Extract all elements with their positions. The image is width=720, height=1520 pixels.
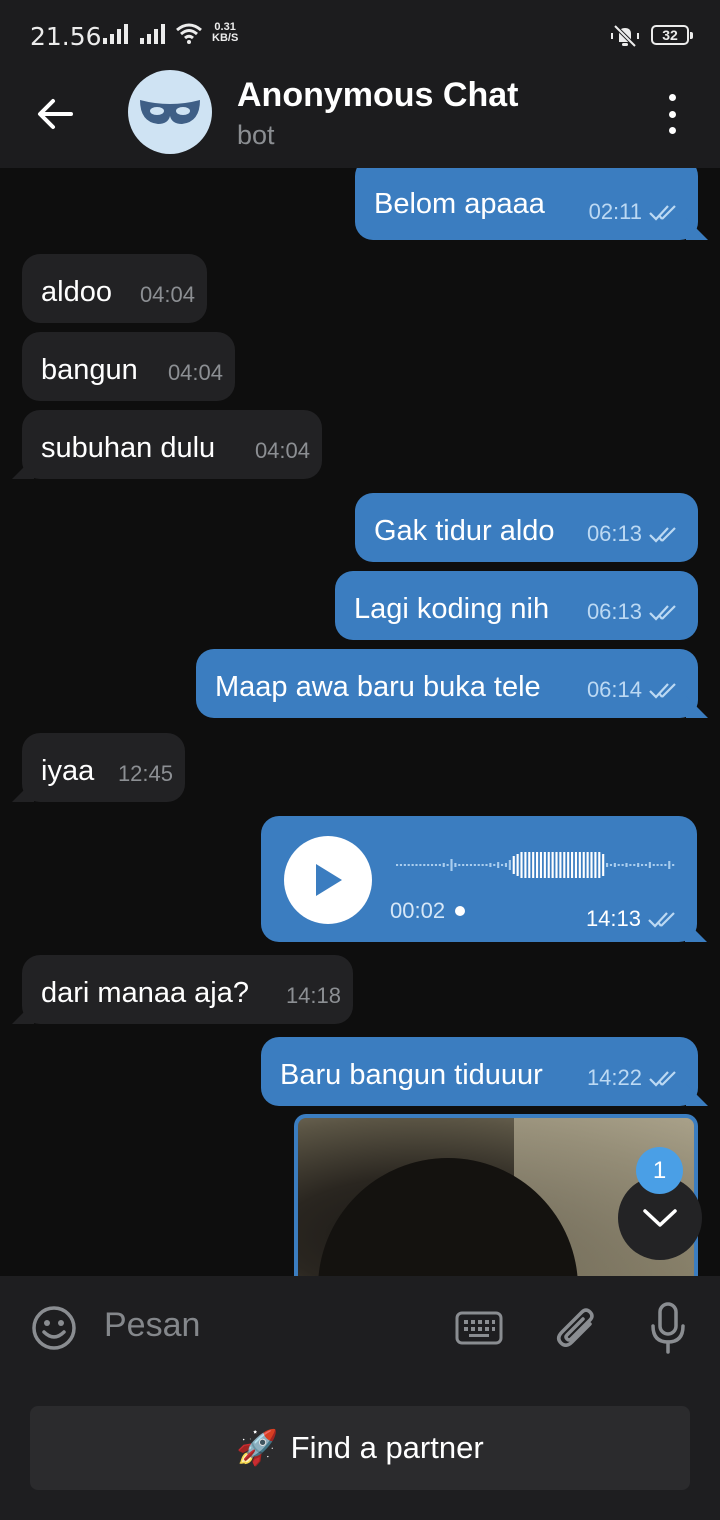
message-meta: 04:04 bbox=[167, 360, 223, 385]
rocket-icon: 🚀 bbox=[236, 1429, 279, 1467]
message-meta: 14:22 bbox=[587, 1060, 684, 1096]
message-composer bbox=[0, 1276, 720, 1384]
mask-icon bbox=[140, 100, 200, 124]
avatar[interactable] bbox=[128, 70, 212, 154]
play-button[interactable] bbox=[284, 836, 372, 924]
signal-icon bbox=[103, 24, 128, 44]
battery-indicator: 32 bbox=[651, 25, 693, 45]
message-bubble-incoming[interactable]: subuhan dulu 04:04 bbox=[22, 410, 322, 479]
message-bubble-incoming[interactable]: aldoo 04:04 bbox=[22, 254, 207, 323]
message-text: aldoo bbox=[41, 276, 112, 308]
voice-duration: 00:02 bbox=[390, 898, 466, 924]
find-partner-button[interactable]: 🚀 Find a partner bbox=[30, 1406, 690, 1490]
message-meta: 04:04 bbox=[139, 282, 195, 307]
double-check-icon bbox=[648, 912, 675, 928]
waveform[interactable] bbox=[396, 848, 676, 882]
double-check-icon bbox=[649, 205, 676, 221]
vibrate-mute-icon bbox=[611, 24, 639, 48]
emoji-icon[interactable] bbox=[30, 1304, 78, 1352]
chat-title[interactable]: Anonymous Chat bbox=[237, 76, 518, 115]
message-meta: 06:13 bbox=[587, 516, 684, 552]
message-text: iyaa bbox=[41, 755, 95, 787]
message-bubble-incoming[interactable]: bangun 04:04 bbox=[22, 332, 235, 401]
message-bubble-outgoing[interactable]: Baru bangun tiduuur 14:22 bbox=[261, 1037, 698, 1106]
message-meta: 14:13 bbox=[586, 906, 683, 932]
signal-icon-2 bbox=[140, 24, 165, 44]
chevron-down-icon bbox=[643, 1209, 677, 1227]
double-check-icon bbox=[649, 1071, 676, 1087]
voice-message[interactable]: 00:02 14:13 bbox=[261, 816, 697, 942]
bot-keyboard: 🚀 Find a partner bbox=[0, 1384, 720, 1520]
double-check-icon bbox=[649, 605, 676, 621]
message-meta: 14:18 bbox=[285, 983, 341, 1008]
message-text: Maap awa baru buka tele bbox=[215, 671, 541, 703]
wifi-icon bbox=[176, 23, 202, 44]
find-partner-label: Find a partner bbox=[290, 1430, 484, 1465]
message-text: bangun bbox=[41, 354, 138, 386]
net-speed: 0.31 KB/S bbox=[212, 21, 239, 44]
message-bubble-incoming[interactable]: iyaa 12:45 bbox=[22, 733, 185, 802]
message-meta: 02:11 bbox=[589, 194, 684, 230]
message-text: subuhan dulu bbox=[41, 432, 216, 464]
message-meta: 12:45 bbox=[117, 761, 173, 786]
double-check-icon bbox=[649, 683, 676, 699]
microphone-icon[interactable] bbox=[649, 1302, 687, 1354]
double-check-icon bbox=[649, 527, 676, 543]
message-text: Belom apaaa bbox=[374, 188, 545, 220]
message-bubble-outgoing[interactable]: Belom apaaa 02:11 bbox=[355, 168, 698, 240]
message-text: dari manaa aja? bbox=[41, 977, 249, 1009]
message-bubble-incoming[interactable]: dari manaa aja? 14:18 bbox=[22, 955, 353, 1024]
status-time: 21.56 bbox=[30, 22, 102, 51]
chat-subtitle: bot bbox=[237, 120, 275, 150]
keyboard-icon[interactable] bbox=[455, 1310, 503, 1346]
message-text: Baru bangun tiduuur bbox=[280, 1059, 543, 1091]
message-text: Lagi koding nih bbox=[354, 593, 550, 625]
message-list[interactable]: Belom apaaa 02:11 aldoo 04:04 bangun 04:… bbox=[0, 168, 720, 1276]
arrow-left-icon bbox=[38, 99, 73, 129]
message-text: Gak tidur aldo bbox=[374, 515, 555, 547]
chat-header: Anonymous Chat bot bbox=[0, 60, 720, 168]
message-bubble-outgoing[interactable]: Gak tidur aldo 06:13 bbox=[355, 493, 698, 562]
back-button[interactable] bbox=[30, 92, 80, 136]
unplayed-dot bbox=[455, 906, 466, 916]
message-meta: 04:04 bbox=[254, 438, 310, 463]
message-meta: 06:14 bbox=[587, 672, 684, 708]
play-icon bbox=[316, 864, 342, 896]
unread-count-badge: 1 bbox=[636, 1147, 683, 1194]
message-meta: 06:13 bbox=[587, 594, 684, 630]
status-bar: 21.56 0.31 KB/S 32 bbox=[0, 0, 720, 60]
message-bubble-outgoing[interactable]: Lagi koding nih 06:13 bbox=[335, 571, 698, 640]
attach-icon[interactable] bbox=[554, 1304, 598, 1352]
more-options-button[interactable] bbox=[658, 94, 686, 134]
message-input[interactable] bbox=[104, 1306, 424, 1345]
message-bubble-outgoing[interactable]: Maap awa baru buka tele 06:14 bbox=[196, 649, 698, 718]
